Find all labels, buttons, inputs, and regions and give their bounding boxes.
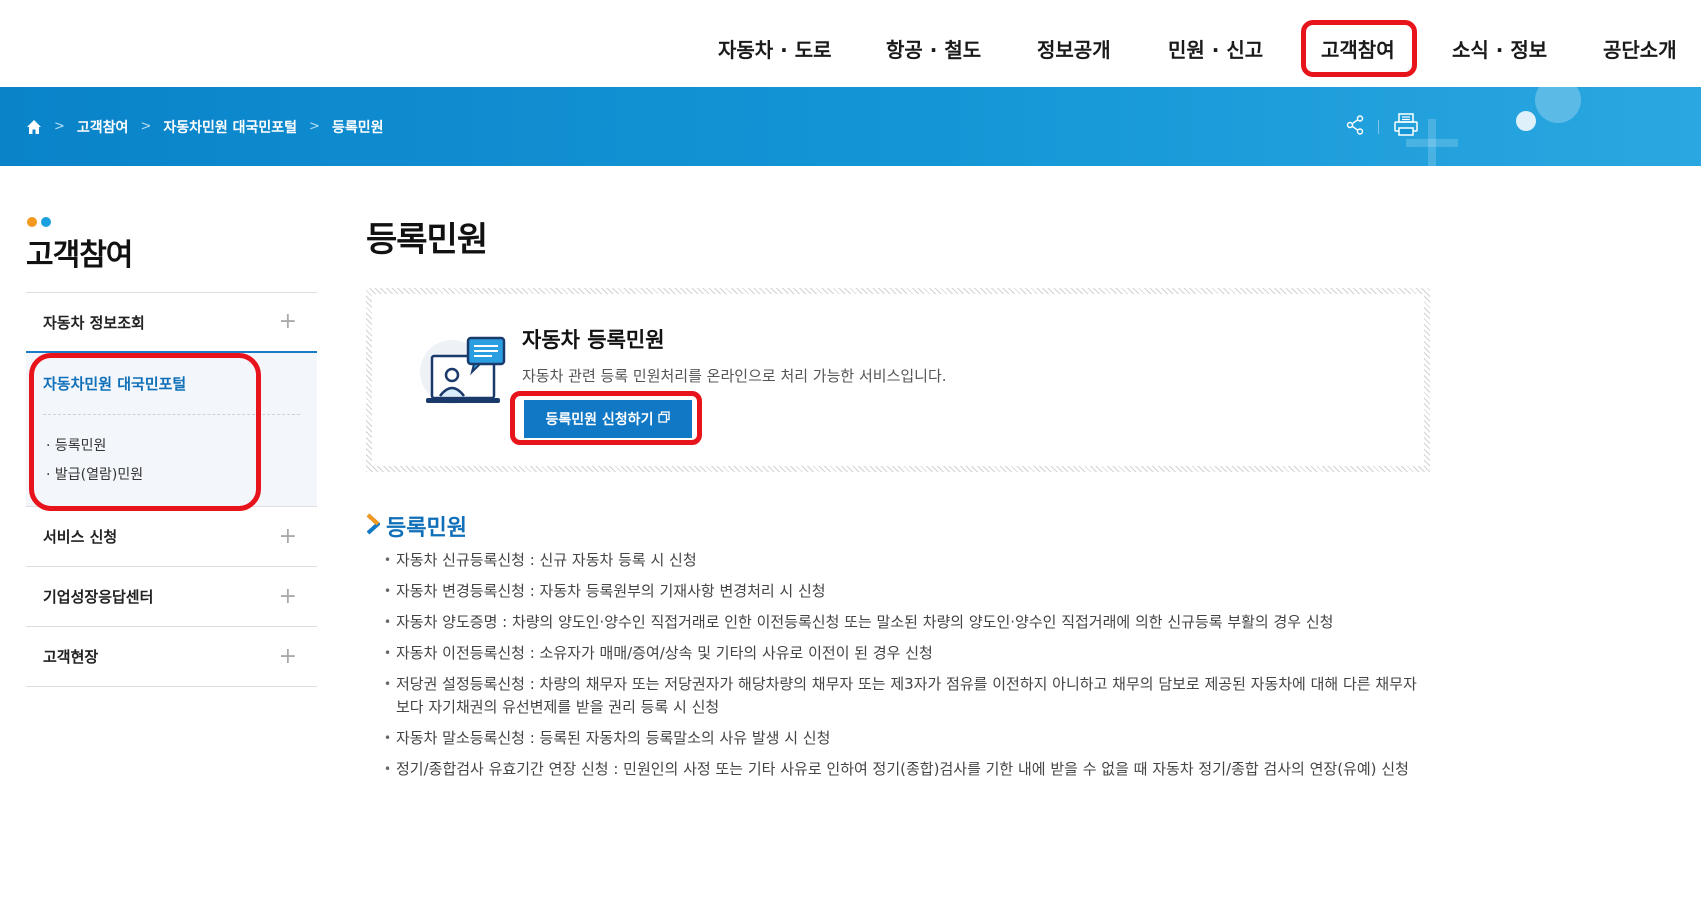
nav-item-news-info[interactable]: 소식 · 정보	[1452, 0, 1547, 87]
section-heading: 등록민원	[366, 510, 467, 542]
online-consultation-icon	[416, 328, 512, 416]
decorative-plus	[1428, 119, 1436, 166]
top-navigation: 자동차 · 도로 항공 · 철도 정보공개 민원 · 신고 고객참여 소식 · …	[0, 0, 1701, 87]
sidebar-item-growth-center[interactable]: 기업성장응답센터 +	[26, 567, 317, 627]
chevron-right-icon: >	[140, 119, 152, 134]
breadcrumb-banner: > 고객참여 > 자동차민원 대국민포털 > 등록민원	[0, 87, 1701, 166]
nav-item-civil-report[interactable]: 민원 · 신고	[1168, 0, 1263, 87]
chevron-right-icon: >	[54, 119, 65, 134]
plus-icon[interactable]: +	[279, 645, 297, 668]
title-dots	[27, 217, 51, 227]
breadcrumb-item[interactable]: 자동차민원 대국민포털	[163, 117, 297, 137]
sidebar-item-customer-field[interactable]: 고객현장 +	[26, 627, 317, 687]
sidebar-item-car-info[interactable]: 자동차 정보조회 +	[26, 293, 317, 353]
sidebar-title: 고객참여	[26, 238, 133, 273]
divider	[1378, 119, 1379, 134]
sidebar-highlight-box	[29, 353, 261, 511]
plus-icon[interactable]: +	[279, 585, 297, 608]
sidebar-item-service-request[interactable]: 서비스 신청 +	[26, 507, 317, 567]
section-title: 등록민원	[386, 516, 467, 541]
button-highlight-box	[510, 391, 702, 445]
nav-item-air-rail[interactable]: 항공 · 철도	[886, 0, 981, 87]
page-title: 등록민원	[366, 220, 488, 260]
registration-description-list: 자동차 신규등록신청 : 신규 자동차 등록 시 신청 자동차 변경등록신청 :…	[384, 549, 1424, 789]
list-item: 저당권 설정등록신청 : 차량의 채무자 또는 저당권자가 해당차량의 채무자 …	[384, 673, 1424, 719]
breadcrumb-item[interactable]: 고객참여	[77, 117, 129, 137]
list-item: 정기/종합검사 유효기간 연장 신청 : 민원인의 사정 또는 기타 사유로 인…	[384, 758, 1424, 781]
sidebar-item-label: 고객현장	[43, 648, 99, 666]
nav-item-about[interactable]: 공단소개	[1603, 0, 1677, 87]
orange-dot	[27, 217, 37, 227]
list-item: 자동차 양도증명 : 차량의 양도인·양수인 직접거래로 인한 이전등록신청 또…	[384, 611, 1424, 634]
list-item: 자동차 이전등록신청 : 소유자가 매매/증여/상속 및 기타의 사유로 이전이…	[384, 642, 1424, 665]
service-description: 자동차 관련 등록 민원처리를 온라인으로 처리 가능한 서비스입니다.	[522, 367, 947, 385]
decorative-circle	[1516, 111, 1536, 131]
nav-item-car-road[interactable]: 자동차 · 도로	[718, 0, 832, 87]
chevron-right-icon: >	[309, 119, 320, 134]
sidebar-item-label: 기업성장응답센터	[43, 588, 154, 606]
sidebar-item-label: 서비스 신청	[43, 528, 118, 546]
plus-icon[interactable]: +	[279, 311, 297, 333]
sidebar-item-label: 자동차 정보조회	[43, 313, 145, 332]
plus-icon[interactable]: +	[279, 525, 297, 548]
banner-tools	[1346, 87, 1419, 166]
share-icon[interactable]	[1346, 114, 1364, 139]
breadcrumb-item-current[interactable]: 등록민원	[332, 117, 384, 137]
nav-highlight-box	[1301, 20, 1417, 77]
blue-dot	[41, 217, 51, 227]
list-item: 자동차 변경등록신청 : 자동차 등록원부의 기재사항 변경처리 시 신청	[384, 580, 1424, 603]
nav-item-info-disclosure[interactable]: 정보공개	[1037, 0, 1111, 87]
chevron-right-icon	[366, 513, 381, 539]
list-item: 자동차 말소등록신청 : 등록된 자동차의 등록말소의 사유 발생 시 신청	[384, 727, 1424, 750]
decorative-circle	[1535, 87, 1581, 123]
print-icon[interactable]	[1393, 112, 1419, 141]
service-title: 자동차 등록민원	[522, 328, 665, 352]
list-item: 자동차 신규등록신청 : 신규 자동차 등록 시 신청	[384, 549, 1424, 572]
home-icon[interactable]	[26, 119, 42, 135]
breadcrumb: > 고객참여 > 자동차민원 대국민포털 > 등록민원	[26, 87, 383, 166]
